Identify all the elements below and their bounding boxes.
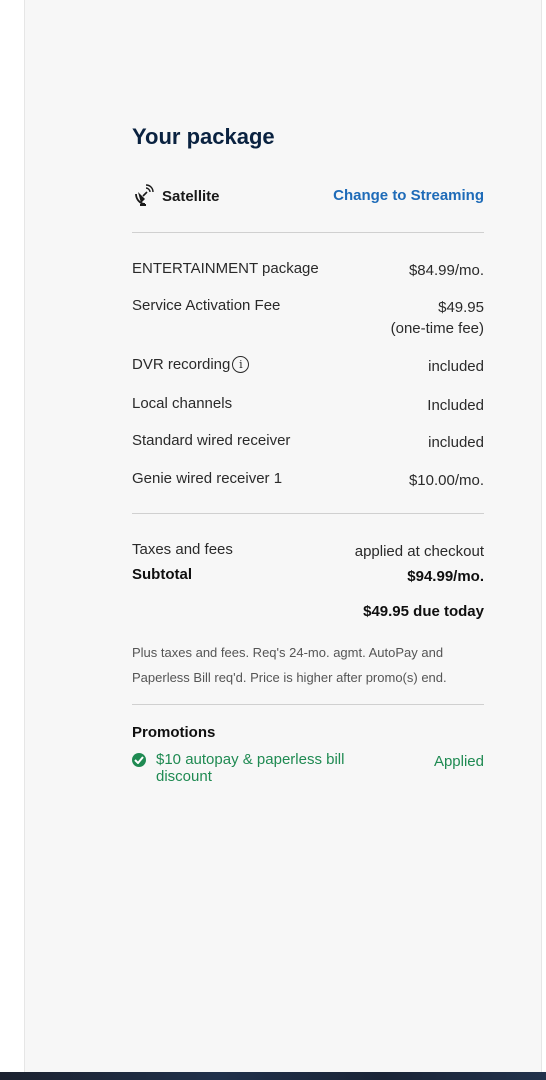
package-summary-panel: Your package Satellite Change to Streami… bbox=[24, 0, 542, 1072]
taxes-row: Taxes and fees applied at checkout bbox=[132, 541, 484, 562]
line-item-entertainment: ENTERTAINMENT package $84.99/mo. bbox=[132, 260, 484, 281]
page: Your package Satellite Change to Streami… bbox=[0, 0, 546, 1080]
satellite-icon bbox=[132, 184, 154, 208]
due-today: $49.95 due today bbox=[363, 603, 484, 620]
line-item-label: Genie wired receiver 1 bbox=[132, 470, 283, 487]
line-item-local-channels: Local channels Included bbox=[132, 395, 484, 416]
line-item-label: DVR recording bbox=[132, 356, 231, 373]
taskbar bbox=[0, 1072, 546, 1080]
line-item-dvr: DVR recording i included bbox=[132, 356, 484, 377]
taxes-label: Taxes and fees bbox=[132, 541, 233, 558]
check-circle-icon bbox=[132, 753, 146, 767]
promotion-label: $10 autopay & paperless bill discount bbox=[156, 751, 345, 785]
line-item-value: Included bbox=[427, 397, 484, 414]
line-item-value: $10.00/mo. bbox=[408, 472, 484, 489]
divider bbox=[132, 232, 484, 233]
line-item-value: included bbox=[428, 358, 484, 375]
line-item-standard-receiver: Standard wired receiver included bbox=[132, 432, 484, 453]
line-item-label: ENTERTAINMENT package bbox=[132, 260, 319, 277]
divider bbox=[132, 704, 484, 705]
info-icon[interactable]: i bbox=[232, 356, 250, 373]
service-type-label: Satellite bbox=[162, 188, 220, 205]
subtotal-row: Subtotal $94.99/mo. bbox=[132, 566, 484, 587]
subtotal-value: $94.99/mo. bbox=[407, 568, 484, 585]
line-item-label: Standard wired receiver bbox=[132, 432, 291, 449]
service-type-row: Satellite Change to Streaming bbox=[132, 184, 484, 208]
line-item-note: (one-time fee) bbox=[390, 320, 484, 337]
pricing-disclaimer: Plus taxes and fees. Req's 24-mo. agmt. … bbox=[132, 645, 447, 685]
promotion-status: Applied bbox=[433, 753, 484, 770]
line-item-label: Local channels bbox=[132, 395, 233, 412]
line-item-genie-receiver: Genie wired receiver 1 $10.00/mo. bbox=[132, 470, 484, 491]
taxes-value: applied at checkout bbox=[354, 543, 484, 560]
line-item-value: $84.99/mo. bbox=[408, 262, 484, 279]
change-to-streaming-link[interactable]: Change to Streaming bbox=[333, 187, 484, 204]
divider bbox=[132, 513, 484, 514]
package-title: Your package bbox=[132, 124, 275, 149]
line-item-label-wrap: DVR recording i bbox=[132, 356, 250, 373]
promotions-title: Promotions bbox=[132, 724, 216, 741]
line-item-activation-fee: Service Activation Fee $49.95 (one-time … bbox=[132, 297, 484, 339]
subtotal-label: Subtotal bbox=[132, 566, 192, 583]
line-item-label: Service Activation Fee bbox=[132, 297, 281, 314]
line-item-price: $49.95 bbox=[438, 299, 484, 316]
line-item-value: included bbox=[428, 434, 484, 451]
line-item-value: $49.95 (one-time fee) bbox=[391, 297, 484, 339]
